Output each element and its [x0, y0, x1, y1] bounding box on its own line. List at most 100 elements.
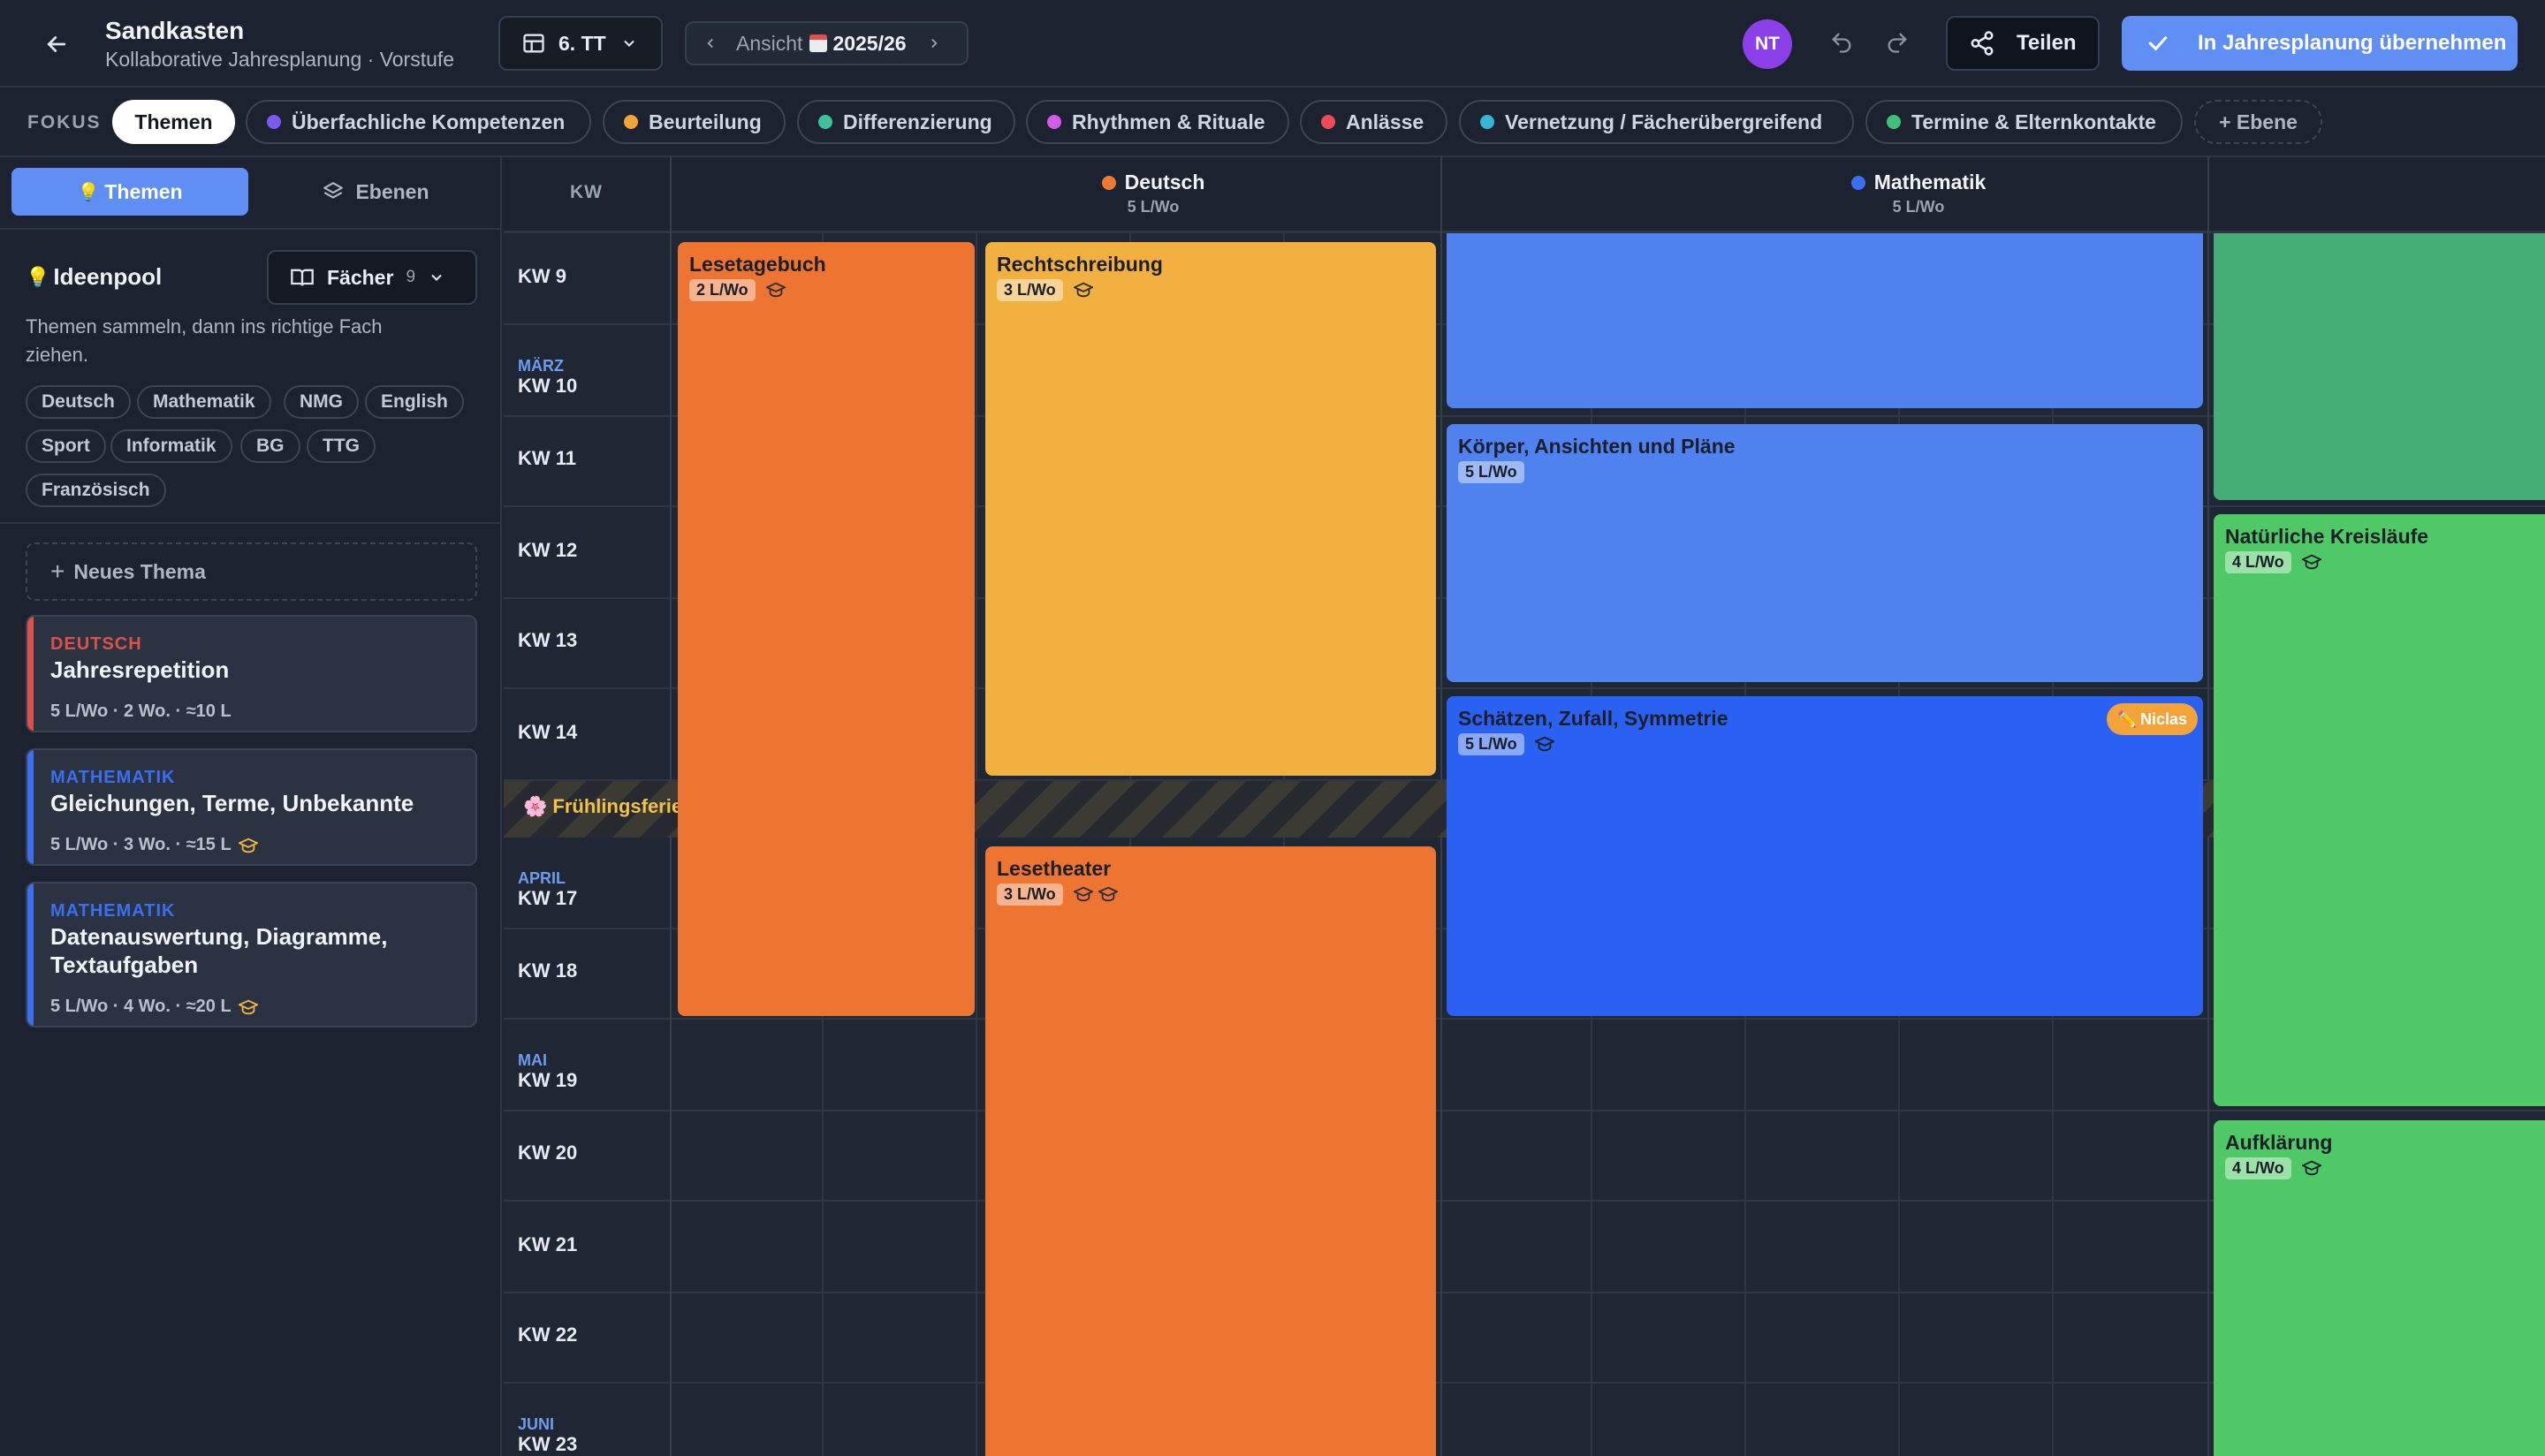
event-title: Schätzen, Zufall, Symmetrie [1458, 707, 1728, 730]
chip-deutsch[interactable]: Deutsch [26, 385, 131, 419]
view-switcher: Ansicht 2025/26 [685, 21, 969, 65]
event-badge: 4 L/Wo [2225, 1157, 2291, 1179]
focus-beurteilung[interactable]: Beurteilung [603, 100, 786, 144]
graduation-cap-icon [2302, 554, 2321, 570]
event-lesetheater[interactable]: Lesetheater 3 L/Wo [985, 846, 1436, 1456]
month-label: APRIL [518, 869, 566, 887]
card-meta-row: 5 L/Wo · 3 Wo. · ≈15 L [50, 835, 258, 855]
event-title: Aufklärung [2225, 1131, 2333, 1154]
chip-english[interactable]: English [365, 385, 464, 419]
graduation-cap-icon [238, 999, 258, 1014]
chip-label: NMG [300, 391, 343, 412]
event-schaetzen[interactable]: Schätzen, Zufall, Symmetrie 5 L/Wo ✏️ Nic… [1447, 696, 2203, 1016]
theme-card[interactable]: DEUTSCH Jahresrepetition 5 L/Wo · 2 Wo. … [26, 615, 477, 732]
event-badge: 2 L/Wo [689, 279, 756, 301]
card-title: Gleichungen, Terme, Unbekannte [50, 790, 414, 816]
chip-franzoesisch[interactable]: Französisch [26, 474, 166, 507]
tab-ebenen-label: Ebenen [355, 179, 429, 203]
tab-themen[interactable]: 💡 Themen [11, 168, 248, 216]
event-kreislaeufe[interactable]: Natürliche Kreisläufe 4 L/Wo [2214, 514, 2545, 1106]
subject-dot [1101, 175, 1116, 190]
graduation-cap-icon [1074, 886, 1093, 902]
month-label: MÄRZ [518, 357, 564, 375]
focus-rhythmen[interactable]: Rhythmen & Rituale [1026, 100, 1289, 144]
chip-sport[interactable]: Sport [26, 429, 106, 463]
row-line [504, 1110, 2545, 1111]
card-subject: MATHEMATIK [50, 768, 176, 787]
adopt-button[interactable]: In Jahresplanung übernehmen [2122, 16, 2518, 71]
focus-anlaesse[interactable]: Anlässe [1300, 100, 1447, 144]
focus-termine[interactable]: Termine & Elternkontakte [1865, 100, 2183, 144]
kw-label: KW 19 [518, 1069, 578, 1091]
graduation-cap-icon [1098, 886, 1118, 902]
kw-label: KW 10 [518, 375, 578, 397]
subject-rate: 5 L/Wo [1127, 198, 1180, 216]
event-nmg-continued[interactable] [2214, 233, 2545, 500]
card-accent [27, 617, 34, 731]
event-badge: 4 L/Wo [2225, 551, 2291, 573]
class-select-label: 6. TT [558, 31, 606, 55]
kw-label: KW 11 [518, 447, 577, 469]
focus-themen[interactable]: Themen [112, 100, 235, 144]
calendar-header [504, 157, 2545, 233]
event-koerper[interactable]: Körper, Ansichten und Pläne 5 L/Wo [1447, 424, 2203, 682]
pencil-icon: ✏️ [2116, 709, 2137, 728]
focus-item-label: Termine & Elternkontakte [1911, 110, 2156, 133]
back-arrow-icon[interactable] [37, 25, 76, 64]
chip-nmg[interactable]: NMG [284, 385, 359, 419]
event-lesetagebuch[interactable]: Lesetagebuch 2 L/Wo [678, 242, 975, 1016]
chevron-right-icon[interactable] [926, 35, 942, 51]
event-title: Körper, Ansichten und Pläne [1458, 435, 1736, 458]
class-select[interactable]: 6. TT [498, 16, 663, 71]
chevron-left-icon[interactable] [703, 35, 718, 51]
kw-label: KW 17 [518, 887, 578, 909]
faecher-filter[interactable]: Fächer 9 [267, 250, 477, 305]
lightbulb-icon: 💡 [77, 182, 100, 202]
undo-icon[interactable] [1824, 25, 1859, 60]
focus-themen-label: Themen [134, 110, 213, 133]
event-rechtschreibung[interactable]: Rechtschreibung 3 L/Wo [985, 242, 1436, 776]
chip-label: Sport [42, 436, 90, 456]
chip-mathematik[interactable]: Mathematik [137, 385, 271, 419]
flower-icon: 🌸 [523, 795, 548, 817]
focus-dot [624, 115, 638, 129]
subject-header-deutsch[interactable]: Deutsch 5 L/Wo [1003, 171, 1303, 216]
chip-label: Deutsch [42, 391, 115, 412]
event-badge: 3 L/Wo [997, 883, 1063, 906]
divider [0, 228, 502, 230]
focus-ueberfachliche[interactable]: Überfachliche Kompetenzen [246, 100, 591, 144]
layout-icon [523, 34, 544, 53]
card-accent [27, 883, 34, 1026]
theme-card[interactable]: MATHEMATIK Gleichungen, Terme, Unbekannt… [26, 748, 477, 866]
app-header: Sandkasten Kollaborative Jahresplanung ·… [0, 0, 2545, 87]
chevron-down-icon [431, 274, 442, 281]
card-title: Datenauswertung, Diagramme, Textaufgaben [50, 923, 388, 978]
editor-tag: ✏️ Niclas [2106, 703, 2198, 735]
ideenpool-heading: 💡 Ideenpool [26, 263, 162, 291]
ideenpool-hint: Themen sammeln, dann ins richtige Fach z… [26, 315, 383, 366]
event-badge: 5 L/Wo [1458, 461, 1524, 483]
plus-icon: + [50, 557, 65, 585]
focus-differenzierung[interactable]: Differenzierung [797, 100, 1015, 144]
kw-column-header: KW [570, 182, 603, 202]
share-button[interactable]: Teilen [1946, 16, 2100, 71]
chip-label: English [381, 391, 448, 412]
tab-ebenen[interactable]: Ebenen [260, 168, 491, 216]
card-accent [27, 750, 34, 864]
kw-label: KW 18 [518, 959, 578, 982]
focus-vernetzung[interactable]: Vernetzung / Fächerübergreifend [1459, 100, 1854, 144]
view-label: Ansicht [736, 31, 803, 55]
theme-card[interactable]: MATHEMATIK Datenauswertung, Diagramme, T… [26, 882, 477, 1028]
chip-bg[interactable]: BG [240, 429, 300, 463]
event-mathematik-continued[interactable] [1447, 233, 2203, 408]
event-aufklaerung[interactable]: Aufklärung 4 L/Wo [2214, 1120, 2545, 1456]
chip-label: TTG [323, 436, 360, 456]
chip-ttg[interactable]: TTG [307, 429, 376, 463]
new-theme-button[interactable]: + Neues Thema [26, 542, 477, 601]
redo-icon[interactable] [1880, 25, 1915, 60]
add-layer-button[interactable]: + Ebene [2194, 100, 2322, 144]
chip-informatik[interactable]: Informatik [110, 429, 232, 463]
subject-header-mathematik[interactable]: Mathematik 5 L/Wo [1768, 171, 2069, 216]
avatar[interactable]: NT [1743, 19, 1792, 69]
card-subject: DEUTSCH [50, 634, 142, 654]
